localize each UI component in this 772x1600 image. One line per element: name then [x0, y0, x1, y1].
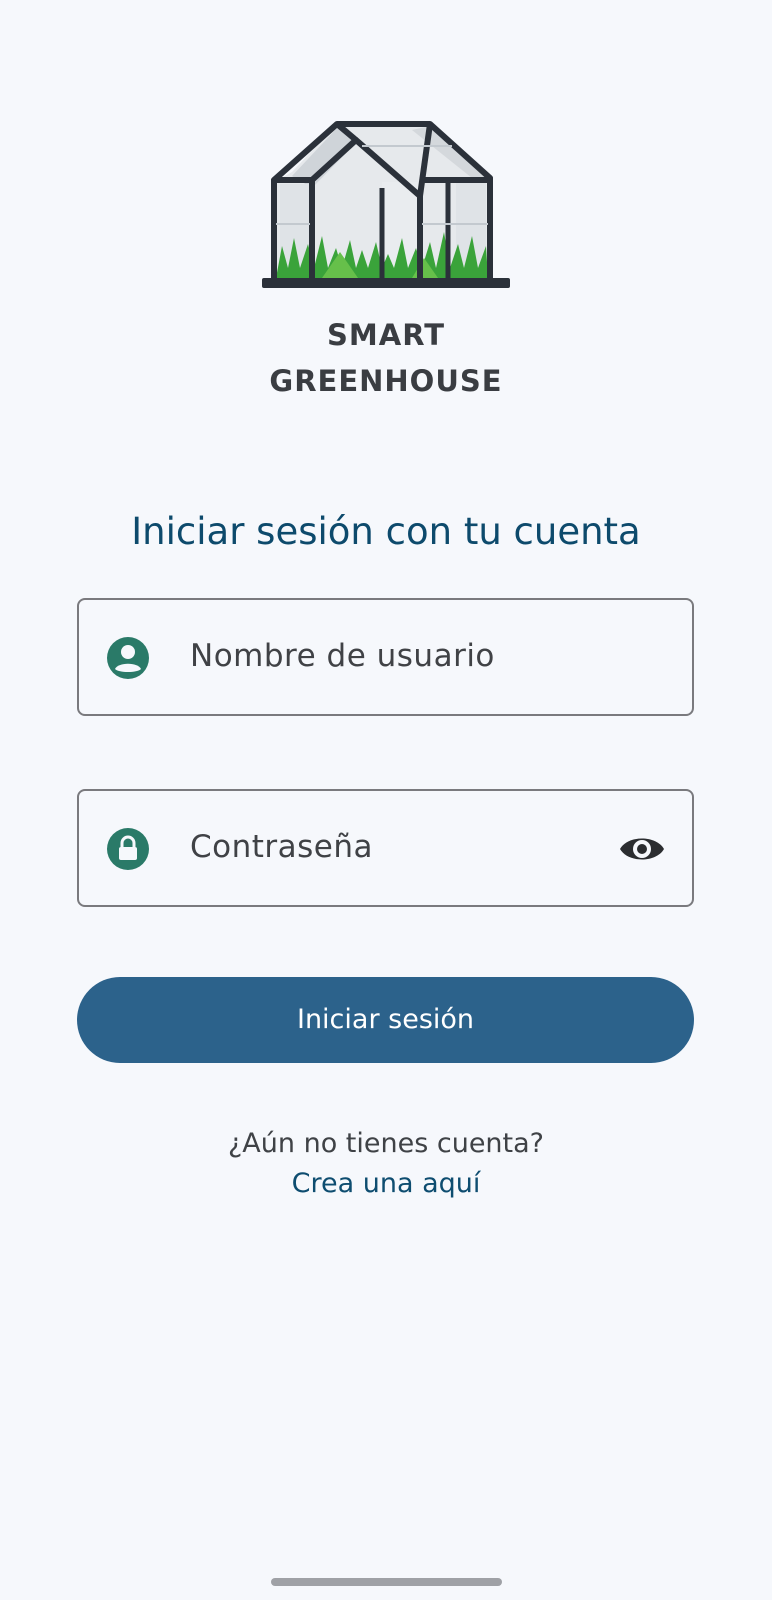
home-indicator[interactable] [271, 1578, 502, 1586]
brand-name-line1: SMART [327, 318, 445, 352]
no-account-text: ¿Aún no tienes cuenta? [227, 1128, 545, 1159]
create-account-link[interactable]: Crea una aquí [0, 1168, 772, 1199]
eye-icon[interactable] [618, 830, 666, 868]
account-circle-icon [107, 637, 149, 679]
username-placeholder: Nombre de usuario [190, 638, 495, 674]
brand-name-line2: GREENHOUSE [269, 364, 503, 398]
greenhouse-logo [262, 121, 510, 288]
password-field[interactable]: Contraseña [77, 789, 694, 907]
password-placeholder: Contraseña [190, 829, 374, 865]
lock-icon [107, 828, 149, 870]
username-field[interactable]: Nombre de usuario [77, 598, 694, 716]
page-title: Iniciar sesión con tu cuenta [131, 510, 641, 553]
login-button[interactable]: Iniciar sesión [77, 977, 694, 1063]
